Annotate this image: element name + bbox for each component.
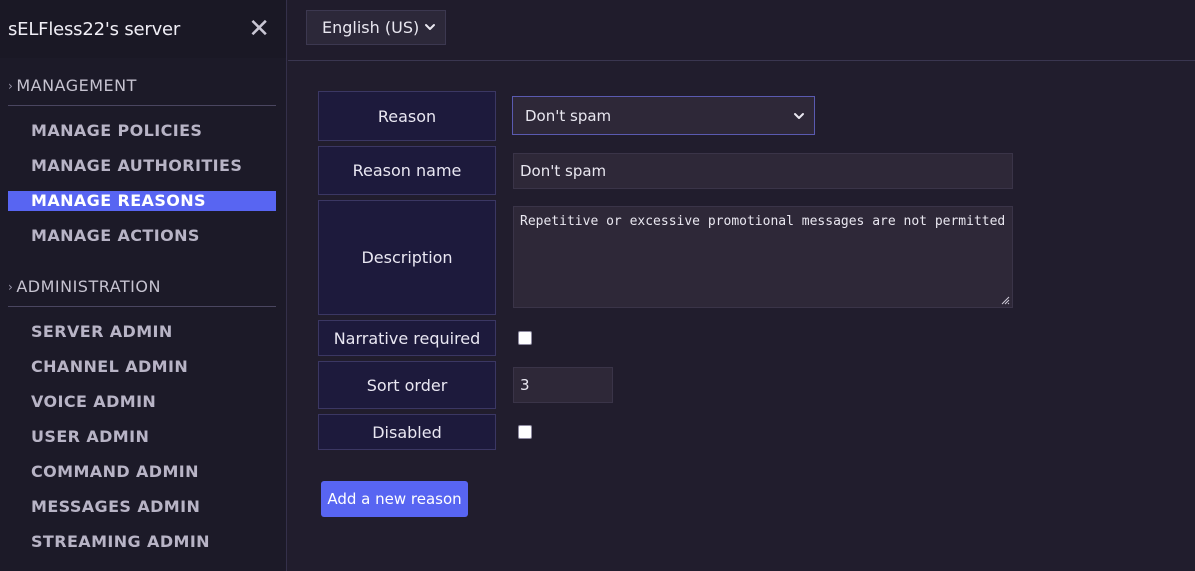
- sidebar-item-streaming-admin[interactable]: STREAMING ADMIN: [8, 532, 276, 552]
- language-select[interactable]: English (US): [306, 10, 446, 45]
- sort-order-input[interactable]: 3: [513, 367, 613, 403]
- sidebar-item-voice-admin[interactable]: VOICE ADMIN: [8, 392, 276, 412]
- reason-select[interactable]: Don't spam: [512, 96, 815, 135]
- sidebar: sELFless22's server ✕ › MANAGEMENT MANAG…: [0, 0, 287, 571]
- reason-select-value: Don't spam: [525, 106, 612, 125]
- sidebar-header: sELFless22's server ✕: [0, 0, 286, 58]
- section-title-administration[interactable]: › ADMINISTRATION: [8, 277, 161, 296]
- description-label: Description: [318, 200, 496, 315]
- sidebar-item-server-admin[interactable]: SERVER ADMIN: [8, 322, 276, 342]
- section-title-label: ADMINISTRATION: [16, 277, 161, 296]
- sort-order-value: 3: [520, 376, 530, 394]
- description-textarea[interactable]: Repetitive or excessive promotional mess…: [513, 206, 1013, 308]
- sidebar-item-manage-authorities[interactable]: MANAGE AUTHORITIES: [8, 156, 276, 176]
- language-select-value: English (US): [322, 18, 420, 37]
- reason-name-label: Reason name: [318, 146, 496, 195]
- disabled-label: Disabled: [318, 414, 496, 450]
- description-value: Repetitive or excessive promotional mess…: [520, 214, 1006, 229]
- resize-grip-icon[interactable]: [1001, 296, 1010, 305]
- section-title-management[interactable]: › MANAGEMENT: [8, 76, 137, 95]
- reason-name-input[interactable]: Don't spam: [513, 153, 1013, 189]
- reason-label: Reason: [318, 91, 496, 141]
- sidebar-item-channel-admin[interactable]: CHANNEL ADMIN: [8, 357, 276, 377]
- sidebar-item-manage-actions[interactable]: MANAGE ACTIONS: [8, 226, 276, 246]
- chevron-right-icon: ›: [8, 279, 14, 294]
- chevron-down-icon: [425, 24, 435, 30]
- disabled-checkbox[interactable]: [518, 425, 532, 439]
- sidebar-item-manage-policies[interactable]: MANAGE POLICIES: [8, 121, 276, 141]
- reason-name-value: Don't spam: [520, 162, 607, 180]
- sort-order-label: Sort order: [318, 361, 496, 409]
- chevron-right-icon: ›: [8, 78, 14, 93]
- narrative-required-checkbox[interactable]: [518, 331, 532, 345]
- server-name: sELFless22's server: [8, 18, 181, 40]
- add-reason-button[interactable]: Add a new reason: [321, 481, 468, 517]
- topbar: English (US): [288, 0, 1195, 61]
- sidebar-item-user-admin[interactable]: USER ADMIN: [8, 427, 276, 447]
- section-divider: [8, 105, 276, 106]
- section-divider: [8, 306, 276, 307]
- sidebar-item-command-admin[interactable]: COMMAND ADMIN: [8, 462, 276, 482]
- chevron-down-icon: [794, 113, 804, 119]
- sidebar-item-manage-reasons[interactable]: MANAGE REASONS: [8, 191, 276, 211]
- close-icon[interactable]: ✕: [248, 16, 270, 42]
- narrative-required-label: Narrative required: [318, 320, 496, 356]
- section-title-label: MANAGEMENT: [16, 76, 137, 95]
- sidebar-item-messages-admin[interactable]: MESSAGES ADMIN: [8, 497, 276, 517]
